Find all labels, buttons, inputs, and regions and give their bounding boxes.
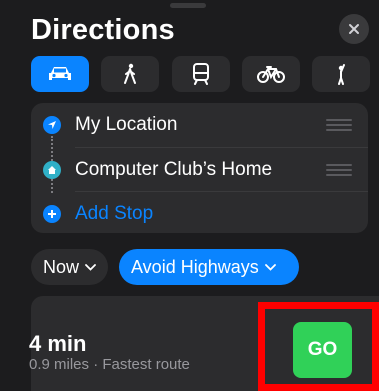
mode-transit-button[interactable] (171, 56, 230, 92)
walking-icon (124, 63, 137, 84)
add-stop-label: Add Stop (75, 203, 154, 224)
bicycle-icon (256, 66, 285, 83)
go-label: GO (307, 339, 338, 360)
route-details: 0.9 miles · Fastest route (29, 356, 190, 373)
avoid-highways-label: Avoid Highways (131, 256, 259, 277)
stop-row-destination[interactable]: Computer Club’s Home (31, 148, 368, 192)
stop-label-destination: Computer Club’s Home (75, 159, 273, 180)
add-stop-button[interactable]: Add Stop (31, 192, 368, 236)
departure-time-button[interactable]: Now (31, 249, 108, 285)
avoid-highways-button[interactable]: Avoid Highways (119, 249, 299, 285)
chevron-down-icon (264, 263, 276, 271)
drag-handle-icon[interactable] (326, 119, 352, 131)
mode-cycle-button[interactable] (241, 56, 300, 92)
mode-drive-button[interactable] (31, 56, 89, 92)
location-arrow-icon (43, 116, 61, 134)
stop-label-origin: My Location (75, 114, 178, 135)
departure-time-label: Now (43, 256, 80, 277)
page-title: Directions (31, 14, 175, 46)
car-icon (49, 67, 71, 80)
drag-handle-icon[interactable] (326, 164, 352, 176)
go-button[interactable]: GO (293, 322, 352, 378)
route-eta: 4 min (29, 331, 87, 356)
transport-mode-bar (31, 56, 370, 92)
sheet-grabber[interactable] (170, 3, 206, 8)
close-button[interactable] (339, 14, 369, 44)
home-icon (43, 161, 61, 179)
mode-walk-button[interactable] (101, 56, 160, 92)
stop-row-origin[interactable]: My Location (31, 103, 368, 147)
mode-ride-share-button[interactable] (312, 56, 370, 92)
train-icon (192, 63, 209, 85)
plus-icon (43, 205, 61, 223)
close-icon (349, 24, 359, 34)
chevron-down-icon (85, 263, 96, 271)
hailing-person-icon (338, 64, 345, 85)
route-stops-card: My Location Computer Club’s Home Add Sto… (31, 103, 368, 233)
